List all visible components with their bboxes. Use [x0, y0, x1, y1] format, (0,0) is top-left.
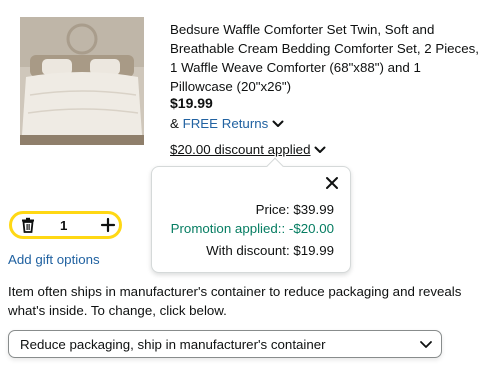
quantity-stepper: 1: [9, 211, 122, 239]
chevron-down-icon[interactable]: [272, 119, 284, 129]
close-icon[interactable]: [324, 175, 340, 191]
chevron-down-icon[interactable]: [314, 145, 326, 155]
comforter-photo-illustration: [20, 17, 144, 145]
popover-with-discount: With discount: $19.99: [206, 243, 334, 258]
discount-applied[interactable]: $20.00 discount applied: [170, 141, 326, 158]
discount-popover: Price: $39.99 Promotion applied:: -$20.0…: [151, 157, 351, 273]
free-returns-link[interactable]: FREE Returns: [183, 116, 269, 131]
packaging-note: Item often ships in manufacturer's conta…: [8, 284, 462, 318]
chevron-down-icon[interactable]: [419, 337, 433, 351]
quantity-value: 1: [60, 218, 68, 233]
trash-icon[interactable]: [20, 217, 36, 233]
product-price: $19.99: [170, 95, 213, 111]
product-image[interactable]: [20, 17, 144, 145]
packaging-select[interactable]: Reduce packaging, ship in manufacturer's…: [8, 330, 442, 358]
popover-promotion: Promotion applied:: -$20.00: [170, 221, 334, 236]
returns-prefix: &: [170, 116, 183, 131]
popover-price: Price: $39.99: [255, 202, 334, 217]
free-returns[interactable]: & FREE Returns: [170, 115, 284, 132]
plus-icon[interactable]: [100, 217, 116, 233]
discount-applied-label[interactable]: $20.00 discount applied: [170, 142, 310, 157]
packaging-select-value: Reduce packaging, ship in manufacturer's…: [20, 337, 326, 352]
add-gift-options-link[interactable]: Add gift options: [8, 251, 100, 268]
popover-caret: [266, 157, 284, 175]
product-title[interactable]: Bedsure Waffle Comforter Set Twin, Soft …: [170, 20, 480, 96]
